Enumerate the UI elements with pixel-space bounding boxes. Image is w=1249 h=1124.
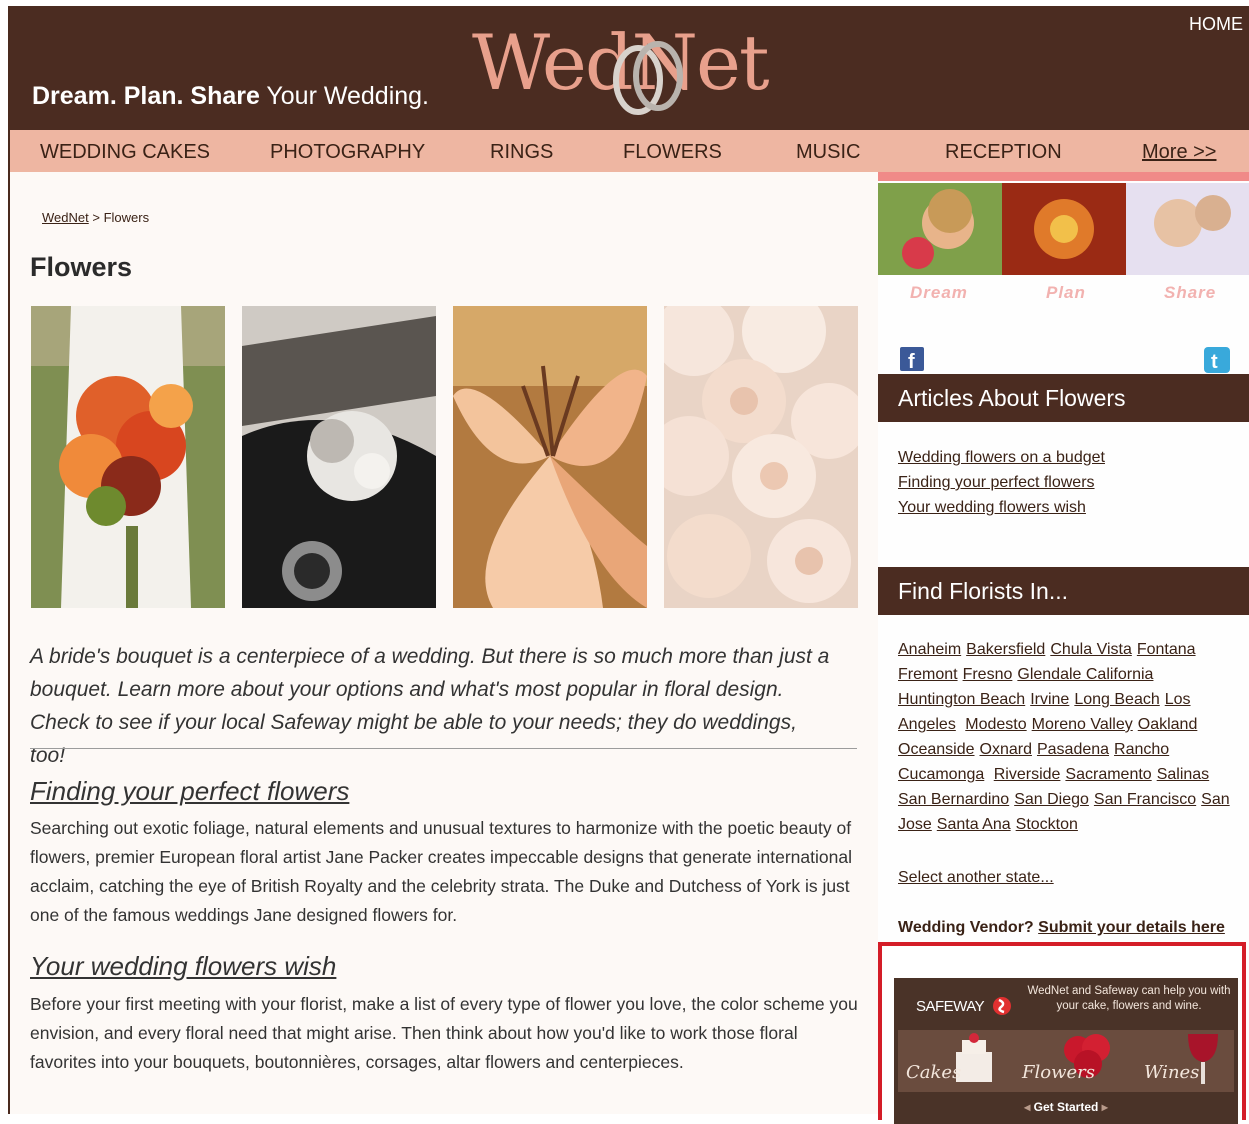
city-link[interactable]: Modesto [965,716,1026,733]
left-arrow-icon: ◂ [1024,1100,1031,1114]
roses-photo [664,306,858,608]
ad-tile-flowers: Flowers [1022,1062,1095,1083]
site-tagline: Dream. Plan. Share Your Wedding. [32,82,429,111]
ad-tile-wines: Wines [1144,1062,1200,1083]
florists-heading-label: Find Florists In... [898,578,1068,604]
breadcrumb: WedNet > Flowers [42,210,149,225]
safeway-logo-icon [993,997,1011,1015]
city-link[interactable]: Long Beach [1074,691,1159,708]
city-link[interactable]: Stockton [1016,816,1078,833]
article-link-perfect-flowers[interactable]: Finding your perfect flowers [898,474,1095,491]
article-title-flowers-wish[interactable]: Your wedding flowers wish [30,951,336,982]
city-link[interactable]: Oxnard [980,741,1032,758]
city-link[interactable]: Fresno [963,666,1013,683]
nav-item-reception[interactable]: RECEPTION [945,141,1062,164]
city-link[interactable]: San Francisco [1094,791,1196,808]
city-link[interactable]: Pasadena [1037,741,1109,758]
articles-heading-label: Articles About Flowers [898,385,1126,411]
caption-dream: Dream [910,283,968,302]
ad-get-started-button[interactable]: ◂ Get Started ▸ [1004,1100,1128,1120]
city-link[interactable]: Oceanside [898,741,975,758]
city-link[interactable]: Fremont [898,666,958,683]
city-link[interactable]: Sacramento [1065,766,1151,783]
svg-text:t: t [1211,351,1218,373]
vendor-row: Wedding Vendor? Submit your details here [898,915,1238,940]
nav-item-wedding-cakes[interactable]: WEDDING CAKES [40,141,210,164]
lily-photo [453,306,647,608]
ad-cta-label: Get Started [1033,1100,1099,1114]
twitter-icon[interactable]: t [1204,347,1230,373]
article-body-finding-flowers: Searching out exotic foliage, natural el… [30,818,852,925]
ad-text: WedNet and Safeway can help you with you… [1027,985,1231,1012]
nav-item-music[interactable]: MUSIC [796,141,860,164]
city-link[interactable]: Fontana [1137,641,1196,658]
rings-icon [613,41,683,115]
article-links: Wedding flowers on a budget Finding your… [898,445,1238,520]
page-title: Flowers [30,252,133,282]
city-link[interactable]: San Bernardino [898,791,1009,808]
caption-share: Share [1164,283,1217,302]
right-arrow-icon: ▸ [1101,1100,1108,1114]
city-link[interactable]: Riverside [994,766,1061,783]
intro-text: A bride's bouquet is a centerpiece of a … [30,645,830,767]
city-link[interactable]: Salinas [1157,766,1209,783]
breadcrumb-separator: > [88,210,104,225]
city-link[interactable]: Chula Vista [1050,641,1132,658]
city-link[interactable]: Glendale California [1017,666,1153,683]
home-link[interactable]: HOME [1189,14,1243,35]
safeway-ad[interactable]: SAFEWAY WedNet and Safeway can help you … [894,978,1238,1124]
city-link[interactable]: San Diego [1014,791,1089,808]
vendor-submit-link[interactable]: Submit your details here [1038,919,1225,936]
nav-item-flowers[interactable]: FLOWERS [623,141,722,164]
facebook-icon[interactable]: f [900,347,924,371]
article-link-flowers-wish[interactable]: Your wedding flowers wish [898,499,1086,516]
city-link[interactable]: Irvine [1030,691,1069,708]
sidebar-accent-bar [878,172,1249,181]
site-header: Dream. Plan. Share Your Wedding. WedNet … [10,6,1249,130]
breadcrumb-home-link[interactable]: WedNet [42,210,89,225]
car-photo [242,306,436,608]
articles-heading: Articles About Flowers [878,374,1249,422]
vendor-label: Wedding Vendor? [898,919,1034,936]
tagline-rest: Your Wedding. [259,82,430,110]
ad-highlight-frame: SAFEWAY WedNet and Safeway can help you … [878,942,1246,1124]
city-link[interactable]: Moreno Valley [1032,716,1133,733]
main-content: WedNet > Flowers Flowers A bride's bouqu… [10,172,878,1114]
divider [30,748,857,749]
city-link[interactable]: Bakersfield [966,641,1045,658]
nav-item-rings[interactable]: RINGS [490,141,553,164]
select-state-row: Select another state... [898,865,1238,890]
svg-text:f: f [908,351,915,371]
tagline-bold: Dream. Plan. Share [32,82,260,110]
nav-item-photography[interactable]: PHOTOGRAPHY [270,141,425,164]
dream-plan-share-banner[interactable] [878,183,1249,275]
select-state-link[interactable]: Select another state... [898,869,1054,886]
article-body-flowers-wish: Before your first meeting with your flor… [30,994,858,1072]
page: Dream. Plan. Share Your Wedding. WedNet … [8,6,1249,1124]
nav-more-link[interactable]: More >> [1142,141,1216,164]
article-link-budget[interactable]: Wedding flowers on a budget [898,449,1105,466]
city-link[interactable]: Santa Ana [937,816,1011,833]
city-link[interactable]: Huntington Beach [898,691,1025,708]
florists-heading: Find Florists In... [878,567,1249,615]
caption-plan: Plan [1046,283,1086,302]
article-title-finding-flowers[interactable]: Finding your perfect flowers [30,776,349,807]
ad-tile-cakes: Cakes [906,1062,962,1083]
ad-brand: SAFEWAY [916,998,985,1015]
main-nav: WEDDING CAKES PHOTOGRAPHY RINGS FLOWERS … [10,130,1249,172]
breadcrumb-current: Flowers [103,210,150,225]
city-links: Anaheim Bakersfield Chula Vista Fontana Fre… [898,637,1238,837]
city-link[interactable]: Anaheim [898,641,961,658]
city-link[interactable]: Oakland [1138,716,1198,733]
bouquet-photo [31,306,225,608]
